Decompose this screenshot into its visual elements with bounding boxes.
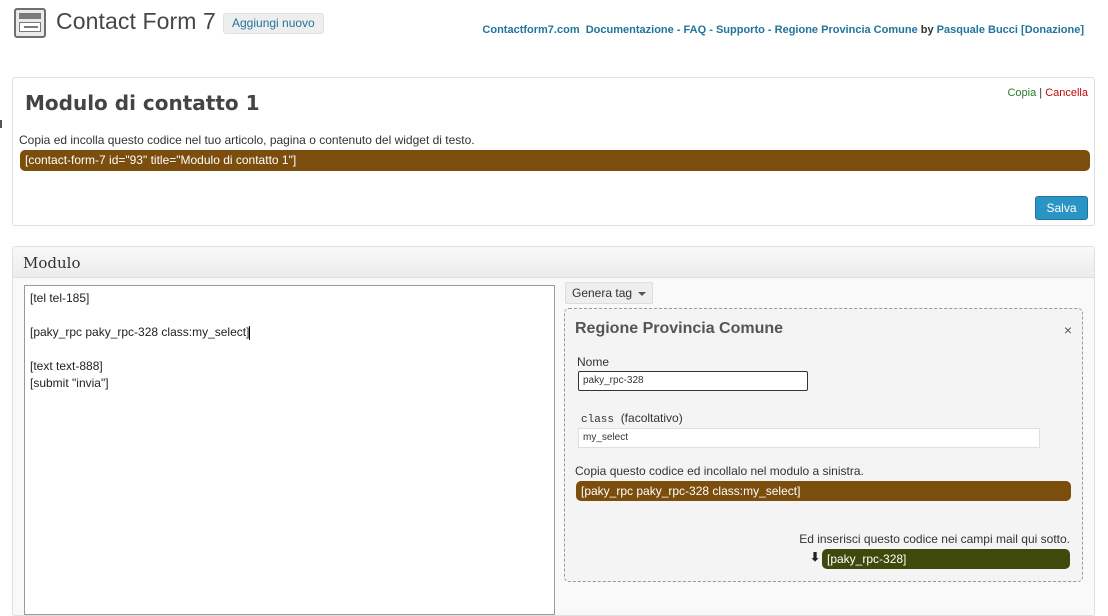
plugin-link[interactable]: Regione Provincia Comune [775, 24, 918, 36]
caret-down-icon [638, 291, 647, 296]
copy-tag-help: Copia questo codice ed incollalo nel mod… [575, 464, 864, 478]
shortcode-field[interactable]: [contact-form-7 id="93" title="Modulo di… [20, 150, 1090, 171]
docs-link[interactable]: Documentazione [586, 24, 674, 36]
delete-link[interactable]: Cancella [1045, 87, 1088, 99]
arrow-down-icon: ⬇ [810, 550, 821, 564]
donate-link[interactable]: [Donazione] [1021, 24, 1084, 36]
modulo-title: Modulo [23, 254, 81, 272]
copy-link[interactable]: Copia [1007, 87, 1036, 99]
mail-tag-field[interactable]: [paky_rpc-328] [822, 549, 1070, 569]
contact-form-box: Modulo di contatto 1 Copia | Cancella Co… [12, 77, 1095, 226]
modulo-box: Modulo [tel tel-185] [paky_rpc paky_rpc-… [12, 246, 1095, 616]
form-actions: Copia | Cancella [1007, 87, 1088, 99]
edge-marker [0, 120, 2, 128]
mail-tag-help: Ed inserisci questo codice nei campi mai… [799, 532, 1070, 546]
support-link[interactable]: Supporto [716, 24, 765, 36]
add-new-button[interactable]: Aggiungi nuovo [223, 13, 324, 34]
class-label: class (facoltativo) [581, 411, 683, 426]
modulo-header: Modulo [13, 247, 1094, 278]
tag-generator-pane: Regione Provincia Comune × Nome paky_rpc… [564, 308, 1083, 582]
name-label: Nome [577, 355, 610, 369]
name-input[interactable]: paky_rpc-328 [578, 371, 808, 391]
contact-form-icon [14, 8, 46, 38]
class-input[interactable]: my_select [578, 428, 1040, 448]
tag-code-field[interactable]: [paky_rpc paky_rpc-328 class:my_select] [576, 481, 1071, 501]
page-title: Contact Form 7 [56, 8, 216, 34]
form-title[interactable]: Modulo di contatto 1 [25, 91, 260, 115]
tag-generator-title: Regione Provincia Comune [575, 320, 784, 337]
save-button[interactable]: Salva [1035, 196, 1088, 220]
close-icon[interactable]: × [1064, 322, 1072, 338]
shortcode-help: Copia ed incolla questo codice nel tuo a… [19, 133, 475, 147]
text-cursor [249, 325, 251, 340]
form-editor[interactable]: [tel tel-185] [paky_rpc paky_rpc-328 cla… [24, 285, 555, 615]
faq-link[interactable]: FAQ [684, 24, 707, 36]
contactform7-link[interactable]: Contactform7.com [482, 24, 579, 36]
author-link[interactable]: Pasquale Bucci [937, 24, 1018, 36]
plugin-links: Contactform7.com Documentazione - FAQ - … [482, 24, 1084, 36]
generate-tag-dropdown[interactable]: Genera tag [565, 282, 654, 304]
